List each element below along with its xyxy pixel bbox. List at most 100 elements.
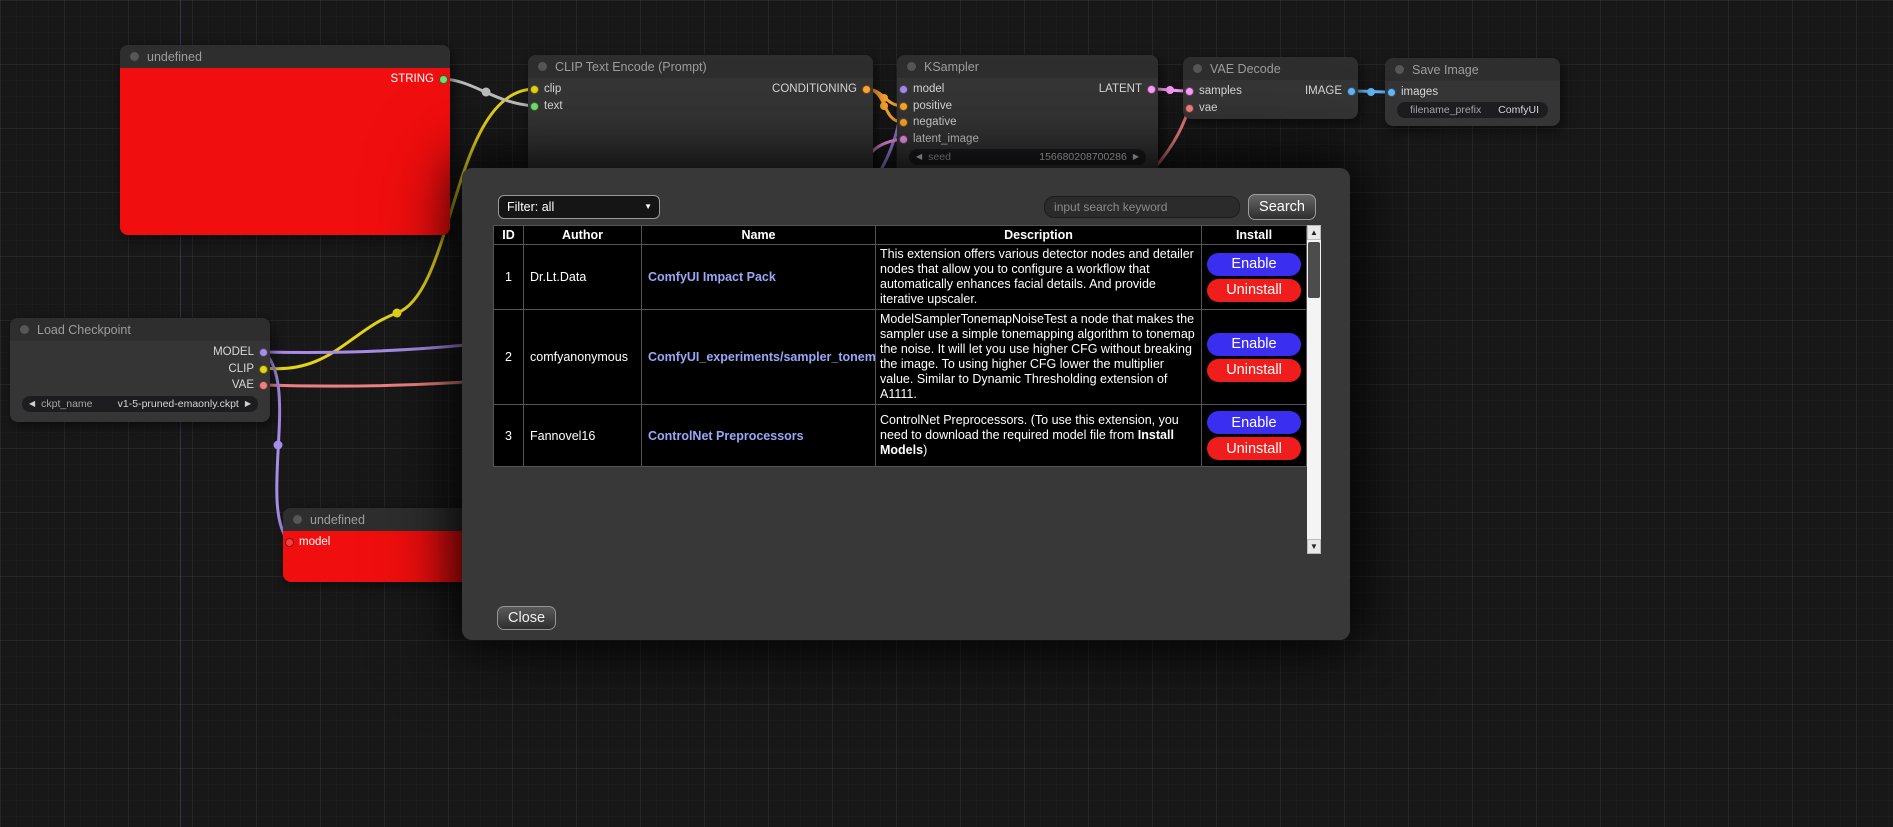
name-cell: ComfyUI Impact Pack [642,245,876,310]
widget-value: ComfyUI [1498,104,1539,116]
slot-label-model: model [913,83,944,95]
output-slot-string[interactable] [439,75,448,84]
scroll-up-button[interactable]: ▲ [1307,225,1321,240]
widget-value: v1-5-pruned-emaonly.ckpt [118,398,239,410]
decrement-arrow-icon[interactable]: ◀ [916,153,922,161]
scroll-down-button[interactable]: ▼ [1307,539,1321,554]
collapse-dot-icon[interactable] [20,325,29,334]
extension-link[interactable]: ComfyUI Impact Pack [648,270,776,284]
slot-label-images: images [1401,86,1438,98]
enable-button[interactable]: Enable [1207,333,1301,356]
search-button[interactable]: Search [1248,194,1316,220]
node-title-bar[interactable]: CLIP Text Encode (Prompt) [528,55,873,78]
output-slot-model[interactable] [259,348,268,357]
collapse-dot-icon[interactable] [1395,65,1404,74]
output-slot-clip[interactable] [259,365,268,374]
author-cell: Dr.Lt.Data [524,245,642,310]
table-header-row: ID Author Name Description Install [494,226,1307,245]
slot-label-clip: clip [544,83,561,95]
slot-label-latent-image: latent_image [913,133,979,145]
description-cell: This extension offers various detector n… [876,245,1202,310]
slot-label-vae: vae [1199,102,1218,114]
header-install: Install [1202,226,1307,245]
collapse-dot-icon[interactable] [130,52,139,61]
install-cell: Enable Uninstall [1202,310,1307,405]
search-input[interactable] [1044,196,1240,218]
slot-label-model: model [299,536,330,548]
slot-label-positive: positive [913,100,952,112]
author-cell: Fannovel16 [524,405,642,467]
node-title-bar[interactable]: Save Image [1385,58,1560,81]
node-title-bar[interactable]: undefined [120,45,450,68]
extension-link[interactable]: ComfyUI_experiments/sampler_tonemap [648,350,876,364]
input-slot-model[interactable] [285,538,294,547]
input-slot-text[interactable] [530,102,539,111]
enable-button[interactable]: Enable [1207,253,1301,276]
input-slot-positive[interactable] [899,102,908,111]
collapse-dot-icon[interactable] [538,62,547,71]
name-cell: ControlNet Preprocessors [642,405,876,467]
input-slot-samples[interactable] [1185,87,1194,96]
node-title: KSampler [924,60,979,74]
node-title: Load Checkpoint [37,323,131,337]
input-slot-clip[interactable] [530,85,539,94]
slot-label-negative: negative [913,116,956,128]
id-cell: 2 [494,310,524,405]
collapse-dot-icon[interactable] [1193,64,1202,73]
scrollbar-track[interactable] [1307,240,1321,539]
description-cell: ControlNet Preprocessors. (To use this e… [876,405,1202,467]
slot-label-model-out: MODEL [213,346,254,358]
install-cell: Enable Uninstall [1202,245,1307,310]
node-title: Save Image [1412,63,1479,77]
increment-arrow-icon[interactable]: ▶ [245,400,251,408]
scrollbar-thumb[interactable] [1308,242,1320,298]
input-slot-latent-image[interactable] [899,135,908,144]
collapse-dot-icon[interactable] [907,62,916,71]
description-cell: ModelSamplerTonemapNoiseTest a node that… [876,310,1202,405]
node-vae-decode[interactable]: VAE Decode samples IMAGE vae [1183,57,1358,119]
widget-value: 156680208700286 [1039,151,1127,163]
seed-widget[interactable]: ◀ seed 156680208700286 ▶ [909,149,1146,165]
increment-arrow-icon[interactable]: ▶ [1133,153,1139,161]
slot-label-conditioning: CONDITIONING [772,83,857,95]
input-slot-negative[interactable] [899,118,908,127]
header-id: ID [494,226,524,245]
node-undefined-top[interactable]: undefined STRING [120,45,450,235]
id-cell: 3 [494,405,524,467]
node-load-checkpoint[interactable]: Load Checkpoint MODEL CLIP VAE ◀ ckpt_na… [10,318,270,422]
node-save-image[interactable]: Save Image images filename_prefix ComfyU… [1385,58,1560,126]
node-body: STRING [120,68,450,235]
ckpt-name-widget[interactable]: ◀ ckpt_name v1-5-pruned-emaonly.ckpt ▶ [22,396,258,412]
filename-prefix-widget[interactable]: filename_prefix ComfyUI [1397,102,1548,118]
slot-label-image: IMAGE [1305,85,1342,97]
output-slot-vae[interactable] [259,381,268,390]
header-author: Author [524,226,642,245]
node-title: CLIP Text Encode (Prompt) [555,60,707,74]
output-slot-image[interactable] [1347,87,1356,96]
uninstall-button[interactable]: Uninstall [1207,279,1301,302]
slot-label-string: STRING [391,73,434,85]
decrement-arrow-icon[interactable]: ◀ [29,400,35,408]
node-title-bar[interactable]: VAE Decode [1183,57,1358,80]
close-button[interactable]: Close [497,606,556,630]
slot-label-latent: LATENT [1099,83,1142,95]
uninstall-button[interactable]: Uninstall [1207,359,1301,382]
author-cell: comfyanonymous [524,310,642,405]
node-title-bar[interactable]: KSampler [897,55,1158,78]
uninstall-button[interactable]: Uninstall [1207,437,1301,460]
output-slot-conditioning[interactable] [862,85,871,94]
input-slot-model[interactable] [899,85,908,94]
input-slot-vae[interactable] [1185,104,1194,113]
table-scrollbar[interactable]: ▲ ▼ [1307,225,1321,554]
output-slot-latent[interactable] [1147,85,1156,94]
collapse-dot-icon[interactable] [293,515,302,524]
input-slot-images[interactable] [1387,88,1396,97]
header-description: Description [876,226,1202,245]
node-title: VAE Decode [1210,62,1281,76]
name-cell: ComfyUI_experiments/sampler_tonemap [642,310,876,405]
table-row: 3 Fannovel16 ControlNet Preprocessors Co… [494,405,1307,467]
extension-link[interactable]: ControlNet Preprocessors [648,429,804,443]
filter-select[interactable]: Filter: all [498,195,660,219]
node-title-bar[interactable]: Load Checkpoint [10,318,270,341]
enable-button[interactable]: Enable [1207,411,1301,434]
